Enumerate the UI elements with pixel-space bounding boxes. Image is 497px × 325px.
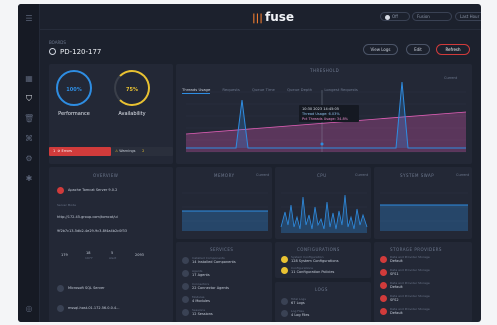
connectors-icon bbox=[182, 283, 189, 290]
sessions-icon bbox=[182, 309, 189, 316]
threshold-panel: THRESHOLD Threads Usage Requests Queue T… bbox=[176, 64, 472, 164]
user-icon[interactable]: ◎ bbox=[24, 304, 34, 314]
server-mode-label: Server Mode bbox=[57, 203, 76, 207]
overview-item-2[interactable]: mssql-host-01.172.56.0.0.4... bbox=[68, 306, 120, 310]
app-window: ☰ ▦ ⛉ 🗑 ⌘ ⚙ ✱ ◎ ||| fuse Off Fusion Last … bbox=[18, 4, 481, 322]
shield-icon[interactable]: ⛉ bbox=[24, 94, 34, 104]
availability-gauge: 75% bbox=[114, 70, 150, 106]
services-panel: SERVICES Installed Components 14 Install… bbox=[176, 242, 272, 322]
errors-label: Errors bbox=[61, 149, 72, 153]
service-3-value[interactable]: 22 Connector Agents bbox=[192, 286, 229, 290]
config-1-value[interactable]: 128 System Configurations bbox=[291, 259, 339, 263]
stat-4: 2093 bbox=[135, 253, 144, 257]
errors-pill[interactable]: 1 ⊘ Errors bbox=[49, 147, 111, 156]
menu-icon[interactable]: ☰ bbox=[24, 14, 34, 24]
gear-icon[interactable]: ⚙ bbox=[24, 154, 34, 164]
storage-icon-5 bbox=[380, 308, 387, 315]
agents-icon bbox=[182, 270, 189, 277]
warnings-count: 2 bbox=[142, 149, 145, 153]
gear-icon bbox=[49, 48, 56, 55]
system-swap-panel: SYSTEM SWAP Current bbox=[374, 167, 472, 239]
storage-panel: STORAGE PROVIDERS Data and Provider Stor… bbox=[374, 242, 472, 322]
warning-icon: ⚠ bbox=[115, 149, 119, 153]
log-files-icon bbox=[281, 310, 288, 317]
errors-count: 1 bbox=[53, 149, 56, 153]
configurations-title: CONFIGURATIONS bbox=[297, 247, 340, 252]
service-4-value[interactable]: 4 Modules bbox=[192, 299, 210, 303]
database-icon bbox=[57, 285, 64, 292]
dashboard-icon[interactable]: ▦ bbox=[24, 74, 34, 84]
config-2-value[interactable]: 11 Configuration Policies bbox=[291, 270, 334, 274]
refresh-button[interactable]: Refresh bbox=[436, 44, 470, 55]
performance-gauge: 100% bbox=[56, 70, 92, 106]
storage-5-value[interactable]: Default bbox=[390, 311, 403, 315]
policy-icon bbox=[281, 267, 288, 274]
brand-logo: ||| fuse bbox=[252, 10, 295, 24]
stat-1: 179 bbox=[61, 253, 68, 257]
server-status-icon bbox=[57, 187, 64, 194]
log-1-value[interactable]: 67 Logs bbox=[291, 301, 305, 305]
service-5-value[interactable]: 12 Sessions bbox=[192, 312, 213, 316]
memory-panel: MEMORY Current bbox=[176, 167, 272, 239]
overview-panel: OVERVIEW Apache Tomcat Server 9.0.2 Serv… bbox=[49, 167, 173, 322]
time-range-select[interactable]: Last Hour bbox=[455, 12, 481, 21]
overview-item-1[interactable]: Microsoft SQL Server bbox=[68, 286, 105, 290]
toggle-switch[interactable]: Off bbox=[380, 12, 410, 21]
memory-chart bbox=[182, 192, 268, 231]
stat-2-label: 1977 bbox=[85, 256, 93, 260]
tooltip-time: 10:30 2023 14:45:05 bbox=[302, 107, 339, 111]
storage-icon-4 bbox=[380, 295, 387, 302]
config-icon bbox=[281, 256, 288, 263]
availability-label: Availability bbox=[118, 111, 146, 117]
performance-label: Performance bbox=[58, 111, 90, 117]
stat-2: 18 bbox=[86, 251, 91, 255]
server-name: Apache Tomcat Server 9.0.2 bbox=[68, 188, 118, 192]
storage-icon-2 bbox=[380, 269, 387, 276]
logs-title: LOGS bbox=[315, 287, 328, 292]
storage-3-value[interactable]: Default bbox=[390, 285, 403, 289]
service-2-value[interactable]: 17 Agents bbox=[192, 273, 210, 277]
storage-title: STORAGE PROVIDERS bbox=[390, 247, 442, 252]
page-title: PD-120-177 bbox=[49, 48, 101, 56]
cpu-panel: CPU Current bbox=[275, 167, 371, 239]
storage-icon-3 bbox=[380, 282, 387, 289]
logs-icon bbox=[281, 298, 288, 305]
modules-icon bbox=[182, 296, 189, 303]
components-icon bbox=[182, 257, 189, 264]
edit-button[interactable]: Edit bbox=[406, 44, 430, 55]
stat-3: 5 bbox=[111, 251, 114, 255]
tooltip-line-2: Pct Threads Usage: 34.8% bbox=[302, 117, 349, 121]
server-url[interactable]: http://172.45.group.com/tomcat/ui bbox=[57, 215, 118, 219]
cpu-chart bbox=[280, 192, 368, 233]
top-bar: ||| fuse Off Fusion Last Hour bbox=[40, 4, 481, 30]
overview-title: OVERVIEW bbox=[93, 173, 119, 178]
storage-4-value[interactable]: SFS2 bbox=[390, 298, 399, 302]
network-icon[interactable]: ⌘ bbox=[24, 134, 34, 144]
warnings-pill[interactable]: ⚠ Warnings 2 bbox=[111, 147, 173, 156]
warnings-label: Warnings bbox=[119, 149, 136, 153]
storage-icon-1 bbox=[380, 256, 387, 263]
breadcrumb[interactable]: BOARDS bbox=[49, 40, 66, 45]
host-icon bbox=[57, 305, 64, 312]
configurations-panel: CONFIGURATIONS System Configuration 128 … bbox=[275, 242, 371, 278]
tooltip-line-1: Thread Usage: 6.03% bbox=[302, 112, 340, 116]
storage-1-value[interactable]: Default bbox=[390, 259, 403, 263]
error-icon: ⊘ bbox=[57, 149, 61, 153]
swap-chart bbox=[380, 192, 468, 231]
sidebar: ☰ ▦ ⛉ 🗑 ⌘ ⚙ ✱ ◎ bbox=[18, 4, 40, 322]
storage-2-value[interactable]: SFS1 bbox=[390, 272, 399, 276]
view-logs-button[interactable]: View Logs bbox=[363, 44, 398, 55]
services-title: SERVICES bbox=[210, 247, 234, 252]
settings-icon[interactable]: ✱ bbox=[24, 174, 34, 184]
service-1-value[interactable]: 14 Installed Components bbox=[192, 260, 236, 264]
server-id: 9f2b7c13-5db2-4e29-9c3-8f4a4b2c0f33 bbox=[57, 229, 128, 233]
log-2-value[interactable]: 4 Log Files bbox=[291, 313, 309, 317]
stat-3-label: Alert bbox=[109, 256, 117, 260]
status-panel: 100% 75% Performance Availability 1 ⊘ Er… bbox=[49, 64, 173, 164]
logs-panel: LOGS Total Logs 67 Logs Log Files 4 Log … bbox=[275, 282, 371, 322]
source-select[interactable]: Fusion bbox=[412, 12, 452, 21]
trash-icon[interactable]: 🗑 bbox=[24, 114, 34, 124]
